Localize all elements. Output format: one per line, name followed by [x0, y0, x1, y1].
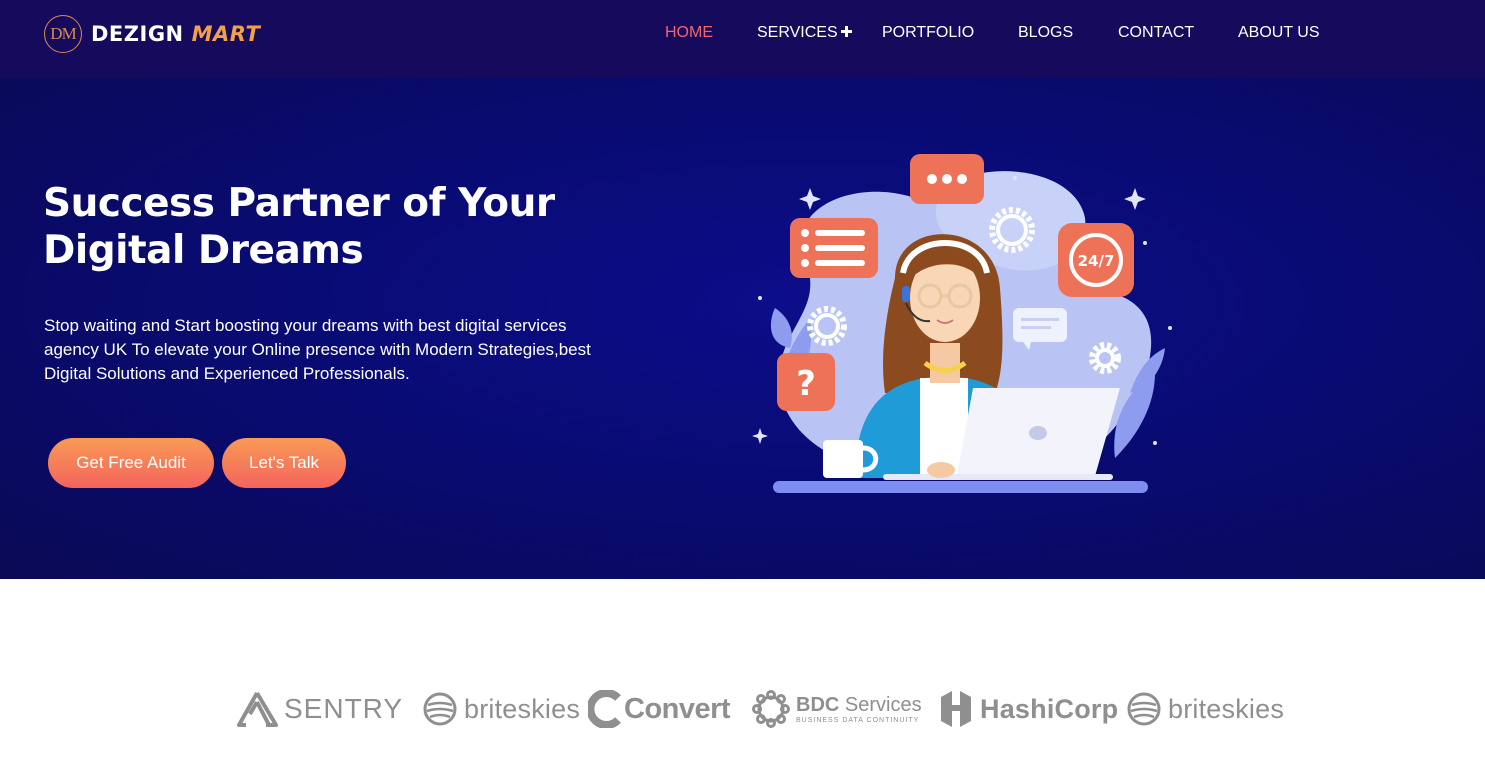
support-agent-illustration: 24/7 ? [752, 154, 1172, 493]
lets-talk-button[interactable]: Let's Talk [222, 438, 346, 488]
badge-24-7-text: 24/7 [1078, 252, 1115, 270]
hero-description: Stop waiting and Start boosting your dre… [44, 316, 591, 383]
convert-logo-icon [588, 690, 621, 728]
get-free-audit-button[interactable]: Get Free Audit [48, 438, 214, 488]
client-logos-section: SENTRY briteskies Convert BDC Services B… [0, 579, 1485, 759]
client-logo-briteskies-2: briteskies [1126, 687, 1284, 731]
client-tagline-bdc: BUSINESS DATA CONTINUITY [796, 716, 920, 724]
question-mark-text: ? [796, 364, 816, 404]
nav-contact[interactable]: CONTACT [1118, 24, 1194, 42]
bdc-name-row: BDC Services [796, 695, 922, 715]
nav-about-us[interactable]: ABOUT US [1238, 24, 1320, 42]
site-header: DM DEZIGN MART HOME SERVICES PORTFOLIO BL… [0, 0, 1485, 78]
bdc-text-block: BDC Services BUSINESS DATA CONTINUITY [796, 695, 922, 724]
nav-home[interactable]: HOME [665, 24, 713, 42]
hero-title: Success Partner of Your Digital Dreams [43, 181, 555, 273]
briteskies-logo-icon [1127, 692, 1161, 726]
hero-section: Success Partner of Your Digital Dreams S… [0, 78, 1485, 579]
client-name-bdc-suffix: Services [844, 693, 922, 716]
plus-icon[interactable] [840, 26, 852, 37]
client-name-sentry: SENTRY [284, 693, 404, 724]
nav-portfolio[interactable]: PORTFOLIO [882, 24, 974, 42]
client-name-briteskies: briteskies [464, 693, 581, 724]
client-logo-convert: Convert [588, 687, 731, 731]
sentry-logo-icon [237, 691, 278, 727]
nav-services[interactable]: SERVICES [757, 24, 852, 42]
main-nav: HOME SERVICES PORTFOLIO BLOGS CONTACT AB… [0, 24, 1485, 44]
client-logo-bdc-services: BDC Services BUSINESS DATA CONTINUITY [752, 687, 922, 731]
hashicorp-logo-icon [941, 691, 971, 727]
client-logo-briteskies: briteskies [422, 687, 580, 731]
client-name-convert: Convert [624, 692, 731, 725]
client-logo-hashicorp: HashiCorp [938, 687, 1118, 731]
bdc-logo-icon [752, 690, 790, 728]
briteskies-logo-icon [423, 692, 457, 726]
nav-blogs[interactable]: BLOGS [1018, 24, 1073, 42]
client-name-bdc: BDC [796, 693, 840, 716]
client-name-hashicorp: HashiCorp [980, 693, 1119, 724]
client-logo-sentry: SENTRY [236, 687, 403, 731]
client-name-briteskies-2: briteskies [1168, 693, 1285, 724]
nav-services-label: SERVICES [757, 24, 838, 41]
